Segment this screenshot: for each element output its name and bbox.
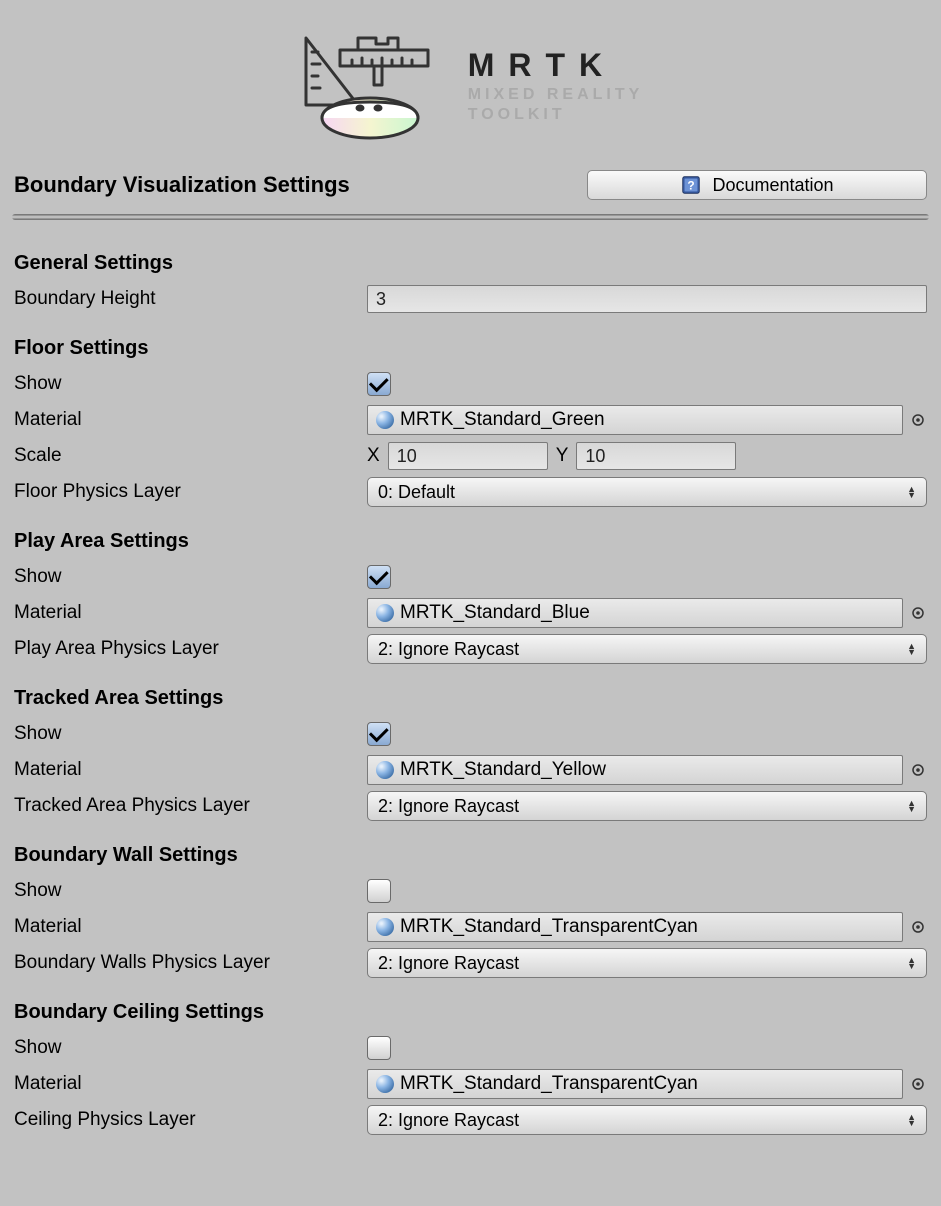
object-picker-icon[interactable] [909, 918, 927, 936]
floor-show-checkbox[interactable] [367, 372, 391, 396]
floor-scale-x-input[interactable] [388, 442, 548, 470]
dropdown-arrows-icon: ▲▼ [907, 1114, 916, 1126]
play-area-heading: Play Area Settings [14, 530, 927, 553]
logo-subtitle-1: MIXED REALITY [468, 86, 644, 104]
documentation-button[interactable]: ? Documentation [587, 170, 927, 200]
boundary-wall-material-value: MRTK_Standard_TransparentCyan [400, 916, 698, 938]
floor-show-label: Show [14, 373, 359, 395]
play-area-material-field[interactable]: MRTK_Standard_Blue [367, 598, 903, 628]
boundary-wall-show-label: Show [14, 880, 359, 902]
floor-physics-value: 0: Default [378, 482, 455, 503]
tracked-area-physics-value: 2: Ignore Raycast [378, 796, 519, 817]
tracked-area-physics-dropdown[interactable]: 2: Ignore Raycast ▲▼ [367, 791, 927, 821]
boundary-ceiling-heading: Boundary Ceiling Settings [14, 1001, 927, 1024]
svg-text:?: ? [688, 179, 695, 193]
tracked-area-material-value: MRTK_Standard_Yellow [400, 759, 606, 781]
tracked-area-show-label: Show [14, 723, 359, 745]
floor-scale-y-input[interactable] [576, 442, 736, 470]
play-area-material-value: MRTK_Standard_Blue [400, 602, 590, 624]
object-picker-icon[interactable] [909, 411, 927, 429]
boundary-height-input[interactable] [367, 285, 927, 313]
object-picker-icon[interactable] [909, 761, 927, 779]
dropdown-arrows-icon: ▲▼ [907, 800, 916, 812]
boundary-ceiling-show-checkbox[interactable] [367, 1036, 391, 1060]
object-picker-icon[interactable] [909, 1075, 927, 1093]
material-sphere-icon [376, 411, 394, 429]
floor-scale-label: Scale [14, 445, 359, 467]
boundary-ceiling-material-label: Material [14, 1073, 359, 1095]
boundary-ceiling-physics-dropdown[interactable]: 2: Ignore Raycast ▲▼ [367, 1105, 927, 1135]
documentation-label: Documentation [712, 175, 833, 196]
play-area-show-label: Show [14, 566, 359, 588]
divider [12, 214, 929, 220]
boundary-ceiling-material-field[interactable]: MRTK_Standard_TransparentCyan [367, 1069, 903, 1099]
boundary-wall-heading: Boundary Wall Settings [14, 844, 927, 867]
tracked-area-material-label: Material [14, 759, 359, 781]
play-area-physics-label: Play Area Physics Layer [14, 638, 359, 660]
floor-scale-x-label: X [367, 445, 380, 467]
boundary-wall-material-label: Material [14, 916, 359, 938]
material-sphere-icon [376, 1075, 394, 1093]
boundary-wall-physics-value: 2: Ignore Raycast [378, 953, 519, 974]
play-area-show-checkbox[interactable] [367, 565, 391, 589]
boundary-ceiling-physics-value: 2: Ignore Raycast [378, 1110, 519, 1131]
object-picker-icon[interactable] [909, 604, 927, 622]
play-area-physics-value: 2: Ignore Raycast [378, 639, 519, 660]
floor-material-label: Material [14, 409, 359, 431]
tracked-area-physics-label: Tracked Area Physics Layer [14, 795, 359, 817]
tracked-area-material-field[interactable]: MRTK_Standard_Yellow [367, 755, 903, 785]
boundary-ceiling-show-label: Show [14, 1037, 359, 1059]
dropdown-arrows-icon: ▲▼ [907, 643, 916, 655]
floor-physics-label: Floor Physics Layer [14, 481, 359, 503]
play-area-physics-dropdown[interactable]: 2: Ignore Raycast ▲▼ [367, 634, 927, 664]
floor-physics-dropdown[interactable]: 0: Default ▲▼ [367, 477, 927, 507]
general-heading: General Settings [14, 252, 927, 275]
tracked-area-show-checkbox[interactable] [367, 722, 391, 746]
logo-title: MRTK [468, 47, 644, 84]
mrtk-logo-text: MRTK MIXED REALITY TOOLKIT [468, 47, 644, 124]
material-sphere-icon [376, 761, 394, 779]
boundary-wall-show-checkbox[interactable] [367, 879, 391, 903]
page-title: Boundary Visualization Settings [14, 172, 350, 198]
floor-scale-y-label: Y [556, 445, 569, 467]
mrtk-logo-icon [298, 30, 438, 140]
dropdown-arrows-icon: ▲▼ [907, 957, 916, 969]
logo-subtitle-2: TOOLKIT [468, 106, 644, 124]
floor-heading: Floor Settings [14, 337, 927, 360]
material-sphere-icon [376, 604, 394, 622]
dropdown-arrows-icon: ▲▼ [907, 486, 916, 498]
boundary-ceiling-material-value: MRTK_Standard_TransparentCyan [400, 1073, 698, 1095]
boundary-height-label: Boundary Height [14, 288, 359, 310]
boundary-wall-physics-dropdown[interactable]: 2: Ignore Raycast ▲▼ [367, 948, 927, 978]
mrtk-logo-header: MRTK MIXED REALITY TOOLKIT [0, 0, 941, 160]
help-book-icon: ? [680, 174, 702, 196]
floor-material-value: MRTK_Standard_Green [400, 409, 605, 431]
material-sphere-icon [376, 918, 394, 936]
tracked-area-heading: Tracked Area Settings [14, 687, 927, 710]
boundary-wall-physics-label: Boundary Walls Physics Layer [14, 952, 359, 974]
floor-material-field[interactable]: MRTK_Standard_Green [367, 405, 903, 435]
boundary-ceiling-physics-label: Ceiling Physics Layer [14, 1109, 359, 1131]
play-area-material-label: Material [14, 602, 359, 624]
boundary-wall-material-field[interactable]: MRTK_Standard_TransparentCyan [367, 912, 903, 942]
